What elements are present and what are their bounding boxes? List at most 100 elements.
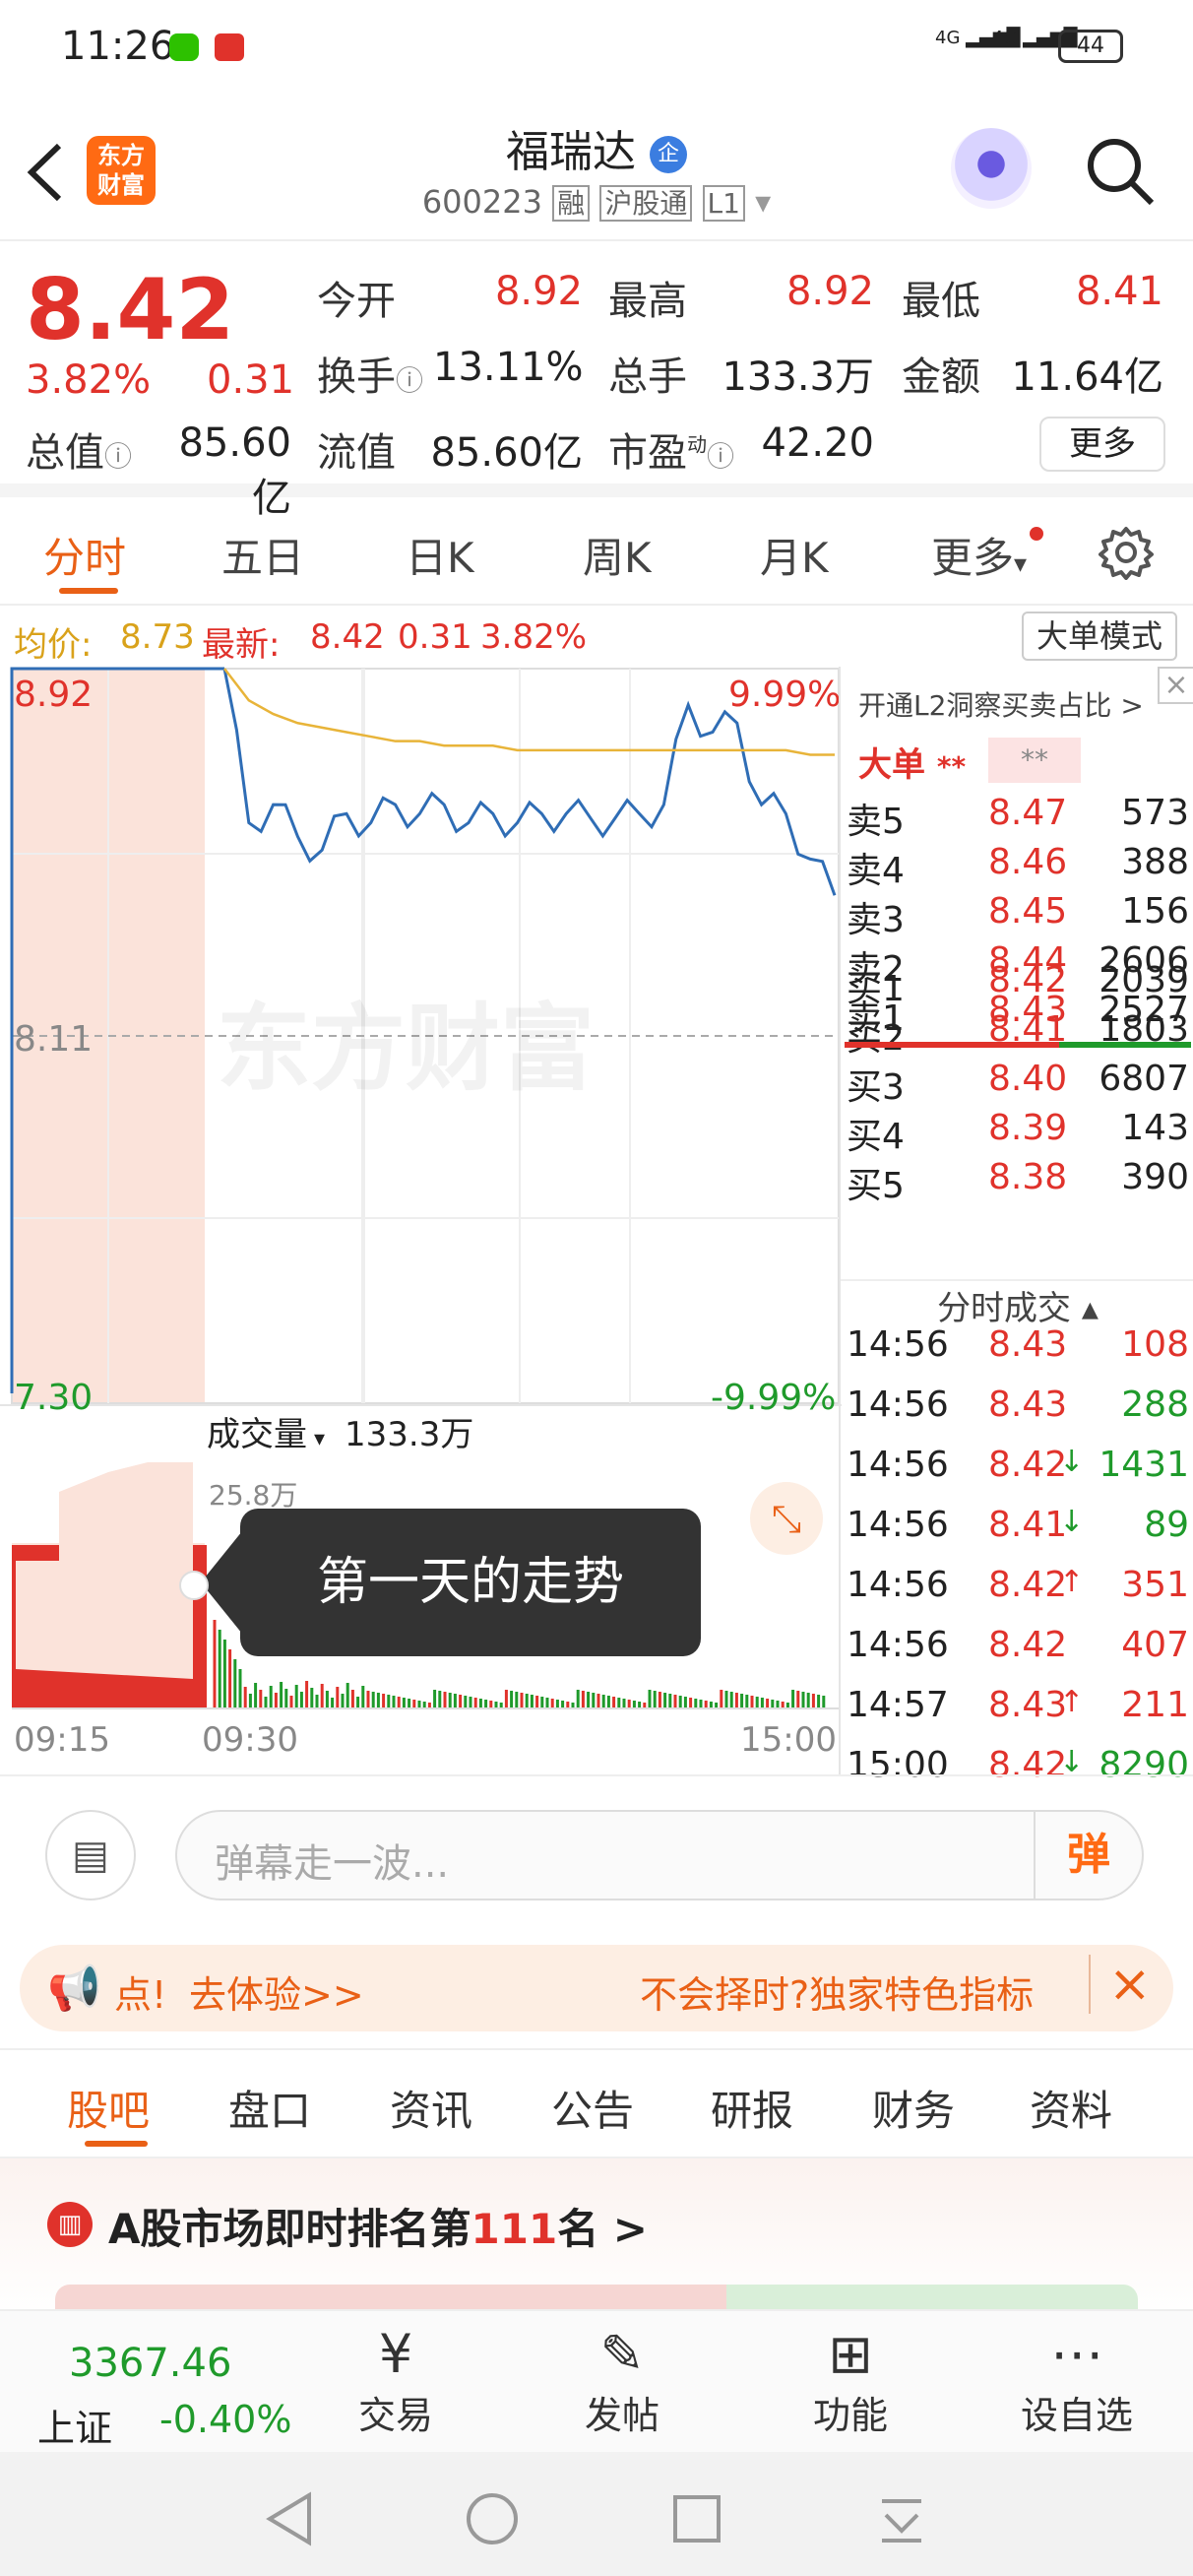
info-icon[interactable]: ⓘ bbox=[396, 364, 423, 397]
intraday-chart[interactable]: 8.92 9.99% 8.11 7.30 -9.99% 东方财富 成交量 ▾ 1… bbox=[0, 667, 842, 1774]
big-order-mode-button[interactable]: 大单模式 bbox=[1022, 612, 1177, 661]
mktcap-label-text: 总值 bbox=[26, 430, 104, 476]
nav-dropdown-icon[interactable] bbox=[872, 2489, 931, 2548]
bid-level-4: 买4 8.39 143 bbox=[841, 1108, 1193, 1157]
info-icon[interactable]: ⓘ bbox=[104, 440, 132, 473]
time-open: 09:30 bbox=[202, 1720, 298, 1760]
l2-promo-link[interactable]: 开通L2洞察买卖占比 > bbox=[858, 684, 1144, 724]
watchlist-label: 设自选 bbox=[1020, 2394, 1133, 2437]
danmu-input[interactable]: 弹幕走一波... 弹 bbox=[175, 1810, 1144, 1900]
bid-level-1-price: 8.42 bbox=[988, 960, 1068, 1000]
search-icon[interactable] bbox=[1083, 134, 1158, 209]
nav-recents-icon[interactable] bbox=[669, 2491, 724, 2546]
tab-forum[interactable]: 股吧 bbox=[67, 2078, 150, 2138]
status-time: 11:26 bbox=[61, 24, 175, 69]
system-nav-bar bbox=[0, 2452, 1193, 2576]
index-name: 上证 bbox=[37, 2407, 113, 2450]
turnover-label-text: 换手 bbox=[317, 354, 396, 400]
trade-volume: 108 bbox=[1121, 1324, 1189, 1365]
tab-profile[interactable]: 资料 bbox=[1030, 2078, 1112, 2138]
close-icon[interactable]: × bbox=[1089, 1955, 1152, 2014]
tab-research[interactable]: 研报 bbox=[711, 2078, 793, 2138]
axis-mid-price: 8.11 bbox=[14, 1019, 94, 1060]
watchlist-button[interactable]: ⋯ 设自选 bbox=[1008, 2323, 1146, 2439]
battery-icon: 44 bbox=[1058, 30, 1123, 63]
axis-low-price: 7.30 bbox=[14, 1378, 94, 1418]
tab-intraday[interactable]: 分时 bbox=[43, 525, 126, 585]
stock-code: 600223 bbox=[421, 183, 542, 221]
avg-label: 均价: bbox=[14, 625, 93, 665]
close-icon[interactable]: × bbox=[1158, 667, 1193, 704]
tab-finance[interactable]: 财务 bbox=[872, 2078, 955, 2138]
trade-price: 8.42 bbox=[988, 1445, 1068, 1485]
ask-level-5-price: 8.47 bbox=[988, 793, 1068, 833]
content-tabs: 股吧 盘口 资讯 公告 研报 财务 资料 bbox=[0, 2048, 1193, 2158]
bid-level-3-label: 买3 bbox=[847, 1067, 905, 1108]
axis-high-price: 8.92 bbox=[14, 675, 94, 715]
expand-icon[interactable]: ⤡ bbox=[750, 1482, 823, 1555]
bid-level-1-label: 买1 bbox=[847, 969, 905, 1009]
post-button[interactable]: ✎ 发帖 bbox=[553, 2323, 691, 2439]
tooltip-bubble: 第一天的走势 bbox=[240, 1509, 701, 1656]
banner-link[interactable]: 去体验>> bbox=[189, 1964, 364, 2019]
high-value: 8.92 bbox=[785, 269, 874, 314]
index-widget[interactable]: 3367.46 上证 -0.40% bbox=[28, 2329, 291, 2450]
tab-monthly-k[interactable]: 月K bbox=[760, 525, 829, 585]
rank-card[interactable]: ▥ A股市场即时排名第111名 > bbox=[0, 2158, 1193, 2316]
chevron-down-icon: ▾ bbox=[1014, 549, 1028, 579]
features-button[interactable]: ⊞ 功能 bbox=[782, 2323, 919, 2439]
tag-hk-connect: 沪股通 bbox=[599, 185, 693, 222]
bid-level-1-volume: 2039 bbox=[1099, 960, 1189, 1000]
bid-level-4-volume: 143 bbox=[1121, 1108, 1189, 1148]
robot-assistant-icon[interactable] bbox=[951, 128, 1032, 209]
tab-five-day[interactable]: 五日 bbox=[221, 525, 304, 585]
amount-value: 11.64亿 bbox=[1011, 354, 1163, 400]
axis-high-pct: 9.99% bbox=[728, 675, 842, 715]
nav-back-icon[interactable] bbox=[260, 2489, 319, 2548]
ask-level-4-price: 8.46 bbox=[988, 842, 1068, 882]
bid-level-4-price: 8.39 bbox=[988, 1108, 1068, 1148]
trade-volume: 288 bbox=[1121, 1385, 1189, 1425]
rank-text: A股市场即时排名第111名 > bbox=[108, 2196, 648, 2256]
bid-level-3-price: 8.40 bbox=[988, 1059, 1068, 1099]
volume-selector[interactable]: 成交量 ▾ bbox=[207, 1407, 325, 1455]
tab-announcements[interactable]: 公告 bbox=[551, 2078, 634, 2138]
volume-total: 133.3万 bbox=[345, 1415, 474, 1454]
bid-level-5-label: 买5 bbox=[847, 1166, 905, 1206]
bid-level-5-volume: 390 bbox=[1121, 1157, 1189, 1197]
tab-daily-k[interactable]: 日K bbox=[406, 525, 474, 585]
avg-value: 8.73 bbox=[120, 617, 195, 657]
trade-row: 14:56 8.43 108 bbox=[841, 1324, 1193, 1374]
trade-button[interactable]: ¥ 交易 bbox=[327, 2323, 465, 2439]
tab-more-label: 更多 bbox=[931, 534, 1015, 582]
gear-icon[interactable] bbox=[1099, 525, 1154, 580]
nav-home-icon[interactable] bbox=[463, 2489, 522, 2548]
trades-header[interactable]: 分时成交 ▴ bbox=[841, 1279, 1193, 1329]
low-value: 8.41 bbox=[1075, 269, 1163, 314]
amount-label: 金额 bbox=[902, 354, 980, 400]
ask-level-5-volume: 573 bbox=[1121, 793, 1189, 833]
ask-level-4-volume: 388 bbox=[1121, 842, 1189, 882]
danmu-send-button[interactable]: 弹 bbox=[1034, 1812, 1142, 1899]
signal2-text: 4G bbox=[992, 28, 1018, 48]
trade-row: 14:57 8.43 ↑ 211 bbox=[841, 1685, 1193, 1734]
trades-header-label: 分时成交 ▴ bbox=[937, 1289, 1099, 1328]
ask-level-4: 卖4 8.46 388 bbox=[841, 842, 1193, 891]
tab-weekly-k[interactable]: 周K bbox=[583, 525, 652, 585]
info-icon[interactable]: ⓘ bbox=[707, 440, 734, 473]
chevron-down-icon[interactable]: ▾ bbox=[755, 183, 771, 221]
tab-news[interactable]: 资讯 bbox=[390, 2078, 472, 2138]
danmu-placeholder: 弹幕走一波... bbox=[215, 1841, 450, 1887]
note-icon[interactable]: ▤ bbox=[45, 1810, 136, 1900]
tab-orderbook[interactable]: 盘口 bbox=[228, 2078, 311, 2138]
active-tab-indicator bbox=[85, 2141, 148, 2147]
promo-banner[interactable]: 📢 点! 去体验>> 不会择时?独家特色指标 × bbox=[20, 1945, 1173, 2031]
features-label: 功能 bbox=[812, 2394, 888, 2437]
bid-level-5-price: 8.38 bbox=[988, 1157, 1068, 1197]
volume-value: 133.3万 bbox=[722, 354, 874, 400]
tab-more[interactable]: 更多▾ bbox=[931, 525, 1027, 585]
battery-level: 44 bbox=[1077, 33, 1104, 58]
more-button[interactable]: 更多 bbox=[1039, 417, 1165, 472]
latest-value: 8.42 bbox=[310, 617, 385, 657]
volume-max-label: 25.8万 bbox=[209, 1479, 298, 1512]
